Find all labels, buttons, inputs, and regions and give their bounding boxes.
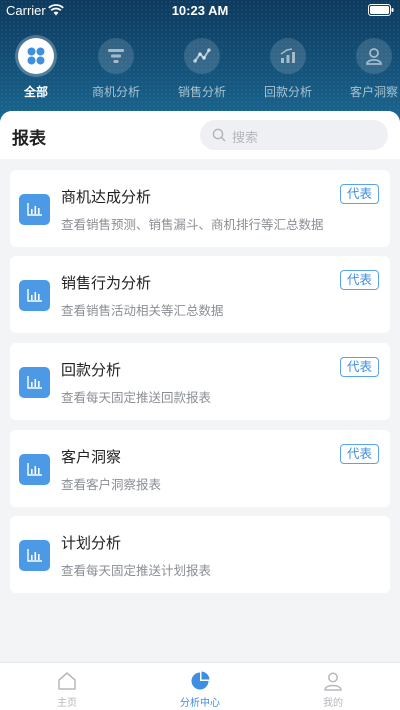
status-time: 10:23 AM	[171, 3, 229, 18]
report-card[interactable]: 客户洞察 查看客户洞察报表 代表	[10, 430, 390, 507]
bottom-tab-bar: 主页 分析中心 我的	[0, 662, 400, 710]
report-panel-header: 报表 搜索	[0, 111, 400, 159]
search-input[interactable]: 搜索	[200, 120, 388, 150]
grid-icon	[18, 38, 54, 74]
tab-label: 我的	[323, 698, 343, 709]
category-label: 商机分析	[91, 85, 140, 99]
category-label: 客户洞察	[349, 85, 398, 99]
tab-label: 分析中心	[180, 698, 220, 709]
report-description: 查看销售活动相关等汇总数据	[61, 303, 224, 318]
report-panel: 报表 搜索 商机达成分析 查看销售预测、销售漏斗、商机排行等汇总数据 代表 销售…	[0, 111, 400, 662]
tab-analysis-center[interactable]: 分析中心	[133, 663, 267, 710]
report-title: 计划分析	[61, 534, 122, 552]
funnel-icon	[98, 38, 134, 74]
report-title: 商机达成分析	[61, 188, 152, 206]
report-chart-icon	[19, 194, 50, 225]
user-icon	[356, 38, 392, 74]
report-chart-icon	[19, 367, 50, 398]
report-chart-icon	[19, 280, 50, 311]
category-label: 销售分析	[177, 85, 226, 99]
tab-me[interactable]: 我的	[266, 663, 400, 710]
report-chart-icon	[19, 540, 50, 571]
tab-label: 主页	[57, 698, 77, 709]
report-description: 查看客户洞察报表	[61, 477, 162, 492]
report-card[interactable]: 计划分析 查看每天固定推送计划报表	[10, 516, 390, 593]
category-nav: 全部 商机分析 销售分析 回款分析 客户洞察	[0, 38, 400, 102]
home-icon	[58, 672, 76, 690]
trend-icon	[184, 38, 220, 74]
person-icon	[324, 672, 342, 691]
representative-tag: 代表	[339, 444, 379, 464]
report-card[interactable]: 回款分析 查看每天固定推送回款报表 代表	[10, 343, 390, 420]
report-card[interactable]: 销售行为分析 查看销售活动相关等汇总数据 代表	[10, 256, 390, 333]
report-chart-icon	[19, 454, 50, 485]
report-title: 客户洞察	[61, 448, 122, 466]
category-all[interactable]: 全部	[0, 38, 76, 100]
bar-growth-icon	[270, 38, 306, 74]
representative-tag: 代表	[339, 357, 379, 377]
report-description: 查看销售预测、销售漏斗、商机排行等汇总数据	[61, 217, 324, 232]
status-bar: Carrier 10:23 AM	[0, 0, 400, 20]
representative-tag: 代表	[339, 270, 379, 290]
report-card[interactable]: 商机达成分析 查看销售预测、销售漏斗、商机排行等汇总数据 代表	[10, 170, 390, 247]
search-icon	[212, 128, 226, 142]
report-description: 查看每天固定推送计划报表	[61, 563, 212, 578]
category-opportunity[interactable]: 商机分析	[76, 38, 156, 100]
search-placeholder: 搜索	[232, 131, 259, 146]
category-label: 回款分析	[263, 85, 312, 99]
tab-home[interactable]: 主页	[0, 663, 134, 710]
representative-tag: 代表	[339, 184, 379, 204]
category-payment[interactable]: 回款分析	[248, 38, 328, 100]
category-sales[interactable]: 销售分析	[162, 38, 242, 100]
report-title: 销售行为分析	[61, 274, 152, 292]
category-customer[interactable]: 客户洞察	[334, 38, 400, 100]
pie-chart-icon	[191, 671, 210, 690]
report-description: 查看每天固定推送回款报表	[61, 390, 212, 405]
category-label: 全部	[23, 85, 48, 99]
battery-icon	[368, 4, 394, 16]
page-title: 报表	[12, 129, 46, 149]
report-title: 回款分析	[61, 361, 122, 379]
